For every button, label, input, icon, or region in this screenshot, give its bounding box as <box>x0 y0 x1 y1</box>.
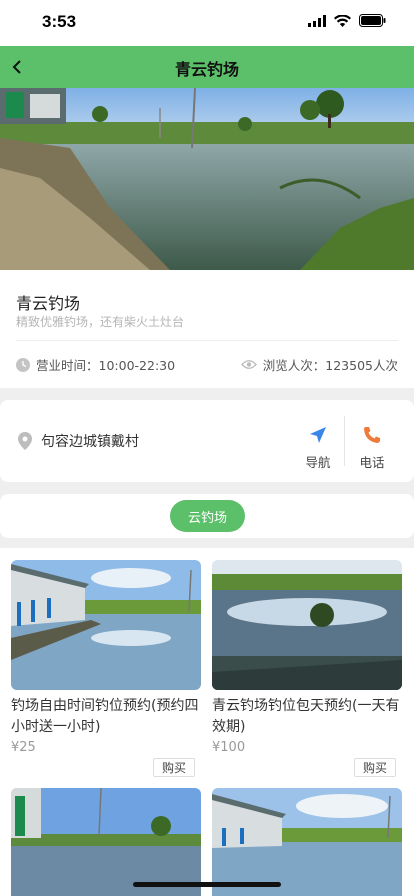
tab-bar: 云钓场 <box>0 494 414 538</box>
product-card[interactable]: 钓场自由时间钓位预约(预约四小时送一小时) ¥25 购买 <box>11 560 201 777</box>
product-title: 青云钓场钓位包天预约(一天有效期) <box>212 698 400 735</box>
nav-bar: 青云钓场 <box>0 46 414 88</box>
status-bar: 3:53 <box>0 0 414 46</box>
status-time: 3:53 <box>42 12 77 31</box>
battery-icon <box>359 14 386 27</box>
page-title: 青云钓场 <box>174 60 239 79</box>
location-pin-icon <box>18 432 32 450</box>
phone-icon <box>364 427 380 443</box>
home-indicator <box>133 882 281 887</box>
action-divider <box>344 416 345 466</box>
shop-description: 精致优雅钓场，还有柴火土灶台 <box>16 315 185 329</box>
call-button[interactable]: 电话 <box>352 426 392 471</box>
product-price: ¥100 <box>212 740 246 755</box>
product-card[interactable]: 青云钓场钓位包天预约(一天有效期) ¥100 购买 <box>212 560 402 777</box>
call-label: 电话 <box>359 455 385 470</box>
address-card: 句容边城镇戴村 导航 电话 <box>0 400 414 482</box>
navigation-arrow-icon <box>310 427 326 443</box>
navigate-button[interactable]: 导航 <box>298 426 338 471</box>
divider <box>16 340 398 341</box>
shop-name: 青云钓场 <box>16 294 81 313</box>
view-count-text: 浏览人次：123505人次 <box>262 358 398 373</box>
product-image <box>212 788 402 896</box>
product-title: 钓场自由时间钓位预约(预约四小时送一小时) <box>11 698 199 735</box>
clock-icon <box>16 357 30 372</box>
signal-icon <box>308 14 326 27</box>
buy-button[interactable]: 购买 <box>153 758 195 777</box>
product-card[interactable] <box>212 788 402 896</box>
product-image <box>11 560 201 690</box>
business-hours: 营业时间：10:00-22:30 <box>16 355 175 374</box>
status-icons <box>308 14 386 27</box>
product-image <box>212 560 402 690</box>
tab-yun-diaochang[interactable]: 云钓场 <box>170 500 245 532</box>
shop-info-card: 青云钓场 精致优雅钓场，还有柴火土灶台 营业时间：10:00-22:30 浏览人… <box>0 270 414 388</box>
business-hours-text: 营业时间：10:00-22:30 <box>36 358 176 373</box>
wifi-icon <box>334 14 351 27</box>
buy-button[interactable]: 购买 <box>354 758 396 777</box>
navigate-label: 导航 <box>305 455 331 470</box>
product-image <box>11 788 201 896</box>
address-text: 句容边城镇戴村 <box>41 434 139 450</box>
product-card[interactable] <box>11 788 201 896</box>
hero-photo <box>0 88 414 270</box>
product-price: ¥25 <box>11 740 36 755</box>
eye-icon <box>240 360 257 369</box>
product-grid: 钓场自由时间钓位预约(预约四小时送一小时) ¥25 购买 青云钓场钓位包天预约(… <box>0 548 414 896</box>
view-count: 浏览人次：123505人次 <box>240 355 398 374</box>
